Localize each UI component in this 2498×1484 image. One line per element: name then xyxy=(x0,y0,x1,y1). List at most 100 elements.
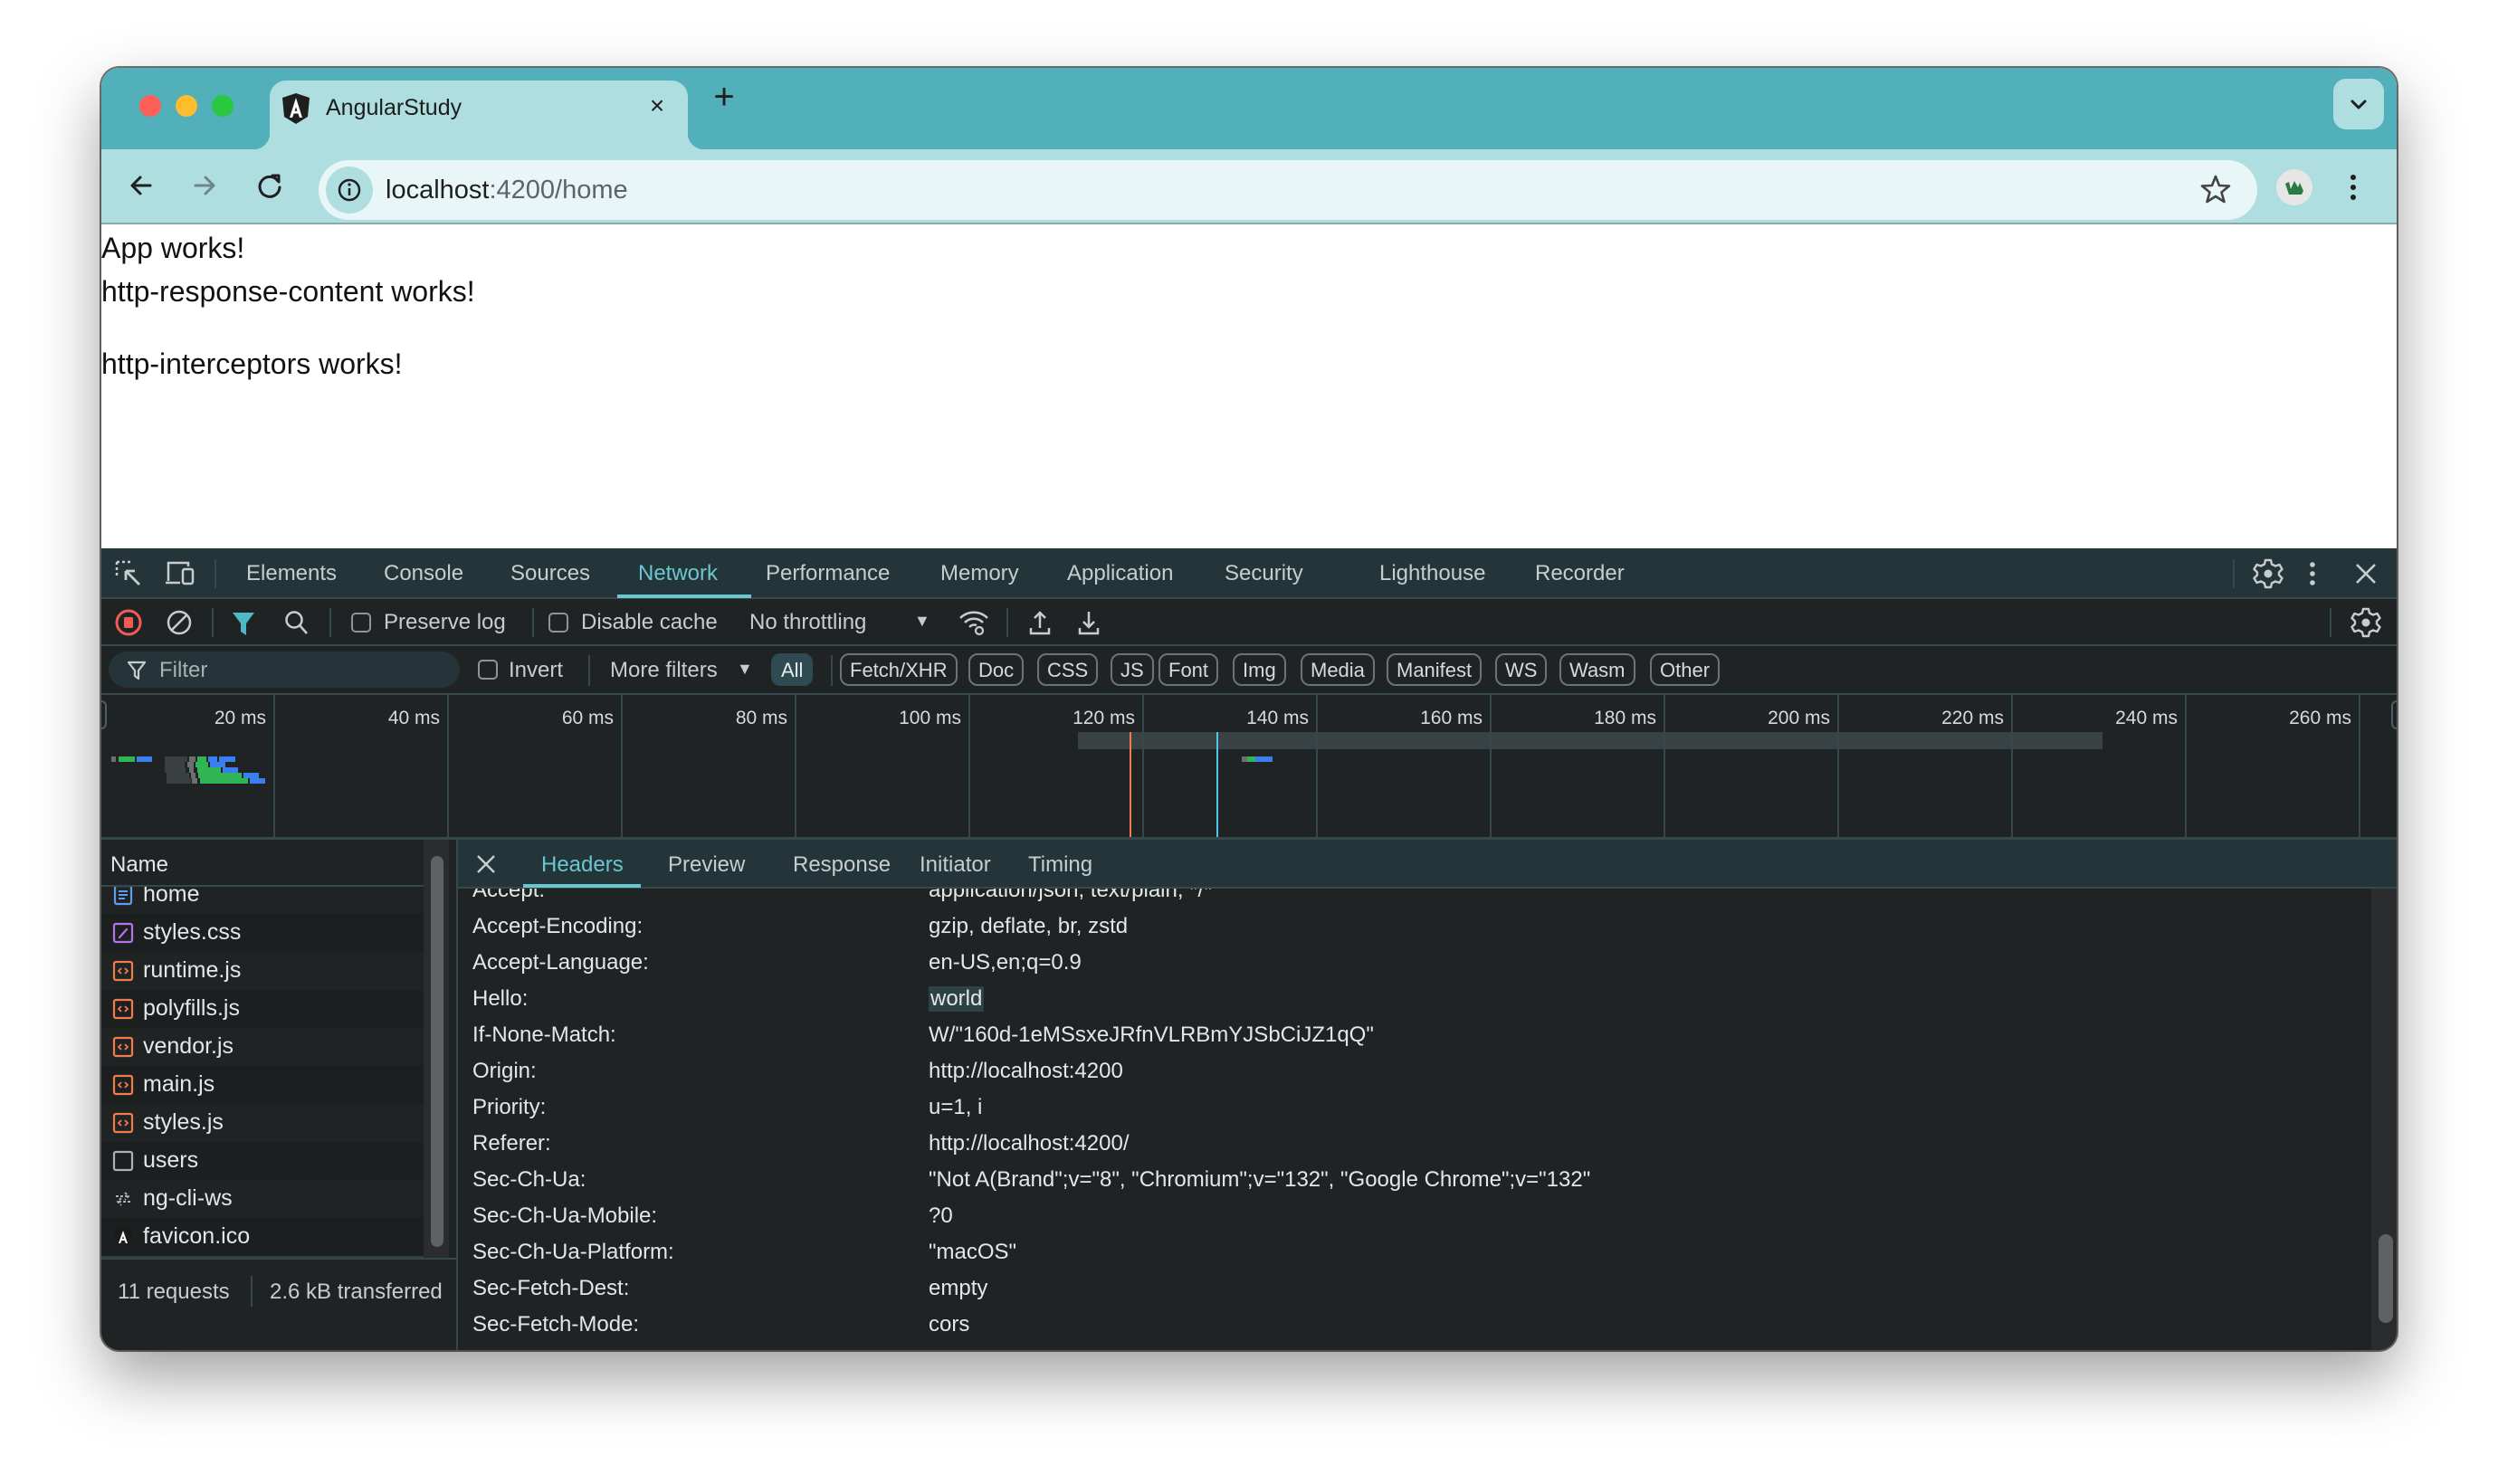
tab-network[interactable]: Network xyxy=(638,561,718,586)
header-name: Sec-Ch-Ua-Platform: xyxy=(472,1240,674,1264)
filter-chip-wasm[interactable]: Wasm xyxy=(1559,653,1635,686)
header-value[interactable]: empty xyxy=(929,1276,987,1301)
header-value[interactable]: W/"160d-1eMSsxeJRfnVLRBmYJSbCiJZ1qQ" xyxy=(929,1023,1374,1048)
browser-menu-button[interactable] xyxy=(2344,169,2362,205)
browser-tab-active[interactable]: AngularStudy × xyxy=(253,81,704,149)
export-har-button[interactable] xyxy=(1075,608,1102,637)
details-tab-preview[interactable]: Preview xyxy=(668,852,745,878)
request-row[interactable]: runtime.js xyxy=(101,952,424,990)
request-row[interactable]: styles.css xyxy=(101,914,424,952)
timeline-right-handle[interactable] xyxy=(2391,700,2397,729)
zoom-window-button[interactable] xyxy=(212,95,234,117)
minimize-window-button[interactable] xyxy=(176,95,197,117)
filter-toggle-button[interactable] xyxy=(231,610,256,637)
tab-memory[interactable]: Memory xyxy=(940,561,1019,586)
overview-timeline[interactable]: 20 ms 40 ms 60 ms 80 ms 100 ms 120 ms 140 ms 16… xyxy=(101,695,2397,840)
script-icon xyxy=(112,1074,134,1096)
new-tab-button[interactable]: + xyxy=(706,79,742,115)
header-value[interactable]: en-US,en;q=0.9 xyxy=(929,950,1082,975)
details-tab-response[interactable]: Response xyxy=(793,852,891,878)
devtools-more-button[interactable] xyxy=(2305,559,2320,588)
devtools-close-button[interactable] xyxy=(2353,561,2379,586)
import-har-button[interactable] xyxy=(1026,608,1054,637)
dropdown-arrow-icon: ▼ xyxy=(737,660,753,678)
header-value[interactable]: "Not A(Brand";v="8", "Chromium";v="132",… xyxy=(929,1167,1590,1193)
search-button[interactable] xyxy=(282,608,311,637)
details-scrollbar[interactable] xyxy=(2371,889,2397,1350)
request-row[interactable]: main.js xyxy=(101,1066,424,1104)
network-settings-button[interactable] xyxy=(2350,606,2382,639)
details-tab-initiator[interactable]: Initiator xyxy=(920,852,991,878)
filter-chip-manifest[interactable]: Manifest xyxy=(1387,653,1483,686)
address-bar[interactable]: localhost:4200/home xyxy=(319,160,2257,220)
scrollbar-thumb[interactable] xyxy=(2379,1234,2393,1323)
request-row[interactable]: styles.js xyxy=(101,1104,424,1142)
header-value[interactable]: application/json, text/plain, */* xyxy=(929,889,1213,903)
tab-recorder[interactable]: Recorder xyxy=(1535,561,1625,586)
scrollbar-thumb[interactable] xyxy=(431,856,443,1247)
document-icon xyxy=(112,887,134,906)
tab-application[interactable]: Application xyxy=(1067,561,1173,586)
request-row[interactable]: polyfills.js xyxy=(101,990,424,1028)
name-column-header[interactable]: Name xyxy=(101,840,424,887)
request-row[interactable]: ng-cli-ws xyxy=(101,1180,424,1218)
request-row[interactable]: home xyxy=(101,887,424,914)
header-value[interactable]: http://localhost:4200/ xyxy=(929,1131,1129,1156)
filter-chip-doc[interactable]: Doc xyxy=(968,653,1025,686)
invert-checkbox[interactable] xyxy=(478,660,498,680)
timeline-left-handle[interactable] xyxy=(101,700,107,729)
header-value[interactable]: u=1, i xyxy=(929,1095,982,1120)
filter-chip-ws[interactable]: WS xyxy=(1495,653,1548,686)
details-tab-headers[interactable]: Headers xyxy=(541,852,624,878)
disable-cache-checkbox[interactable] xyxy=(548,613,568,633)
filter-chip-fetch-xhr[interactable]: Fetch/XHR xyxy=(840,653,958,686)
tab-security[interactable]: Security xyxy=(1225,561,1303,586)
header-value[interactable]: gzip, deflate, br, zstd xyxy=(929,914,1128,939)
header-value[interactable]: ?0 xyxy=(929,1203,953,1229)
preserve-log-checkbox[interactable] xyxy=(351,613,371,633)
request-details-pane: Headers Preview Response Initiator Timin… xyxy=(456,840,2397,1350)
tab-search-button[interactable] xyxy=(2333,79,2384,129)
tab-console[interactable]: Console xyxy=(384,561,463,586)
request-list-scrollbar[interactable] xyxy=(424,840,449,1258)
filter-chip-all[interactable]: All xyxy=(771,653,814,686)
filter-chip-img[interactable]: Img xyxy=(1233,653,1286,686)
filter-chip-media[interactable]: Media xyxy=(1301,653,1375,686)
inspect-element-button[interactable] xyxy=(114,559,143,588)
device-toolbar-button[interactable] xyxy=(165,559,195,588)
filter-placeholder: Filter xyxy=(159,658,208,682)
header-value[interactable]: world xyxy=(929,986,985,1012)
site-info-button[interactable] xyxy=(326,166,373,214)
forward-button[interactable] xyxy=(186,167,223,204)
close-details-button[interactable] xyxy=(474,852,498,876)
tab-close-icon[interactable]: × xyxy=(641,91,673,120)
record-button[interactable] xyxy=(114,608,143,637)
request-row[interactable]: users xyxy=(101,1142,424,1180)
timeline-gridline xyxy=(1316,695,1318,837)
tab-elements[interactable]: Elements xyxy=(246,561,337,586)
close-window-button[interactable] xyxy=(139,95,161,117)
filter-input[interactable]: Filter xyxy=(109,652,460,688)
header-value[interactable]: http://localhost:4200 xyxy=(929,1059,1123,1084)
clear-button[interactable] xyxy=(165,608,194,637)
header-value[interactable]: "macOS" xyxy=(929,1240,1016,1265)
request-row[interactable]: favicon.ico xyxy=(101,1218,424,1256)
tab-lighthouse[interactable]: Lighthouse xyxy=(1379,561,1485,586)
header-value[interactable]: cors xyxy=(929,1312,969,1337)
tab-sources[interactable]: Sources xyxy=(510,561,590,586)
filter-chip-css[interactable]: CSS xyxy=(1037,653,1099,686)
request-row[interactable]: vendor.js xyxy=(101,1028,424,1066)
network-conditions-button[interactable] xyxy=(958,608,990,637)
devtools-settings-button[interactable] xyxy=(2252,557,2284,590)
filter-chip-other[interactable]: Other xyxy=(1650,653,1721,686)
filter-chip-js[interactable]: JS xyxy=(1111,653,1154,686)
details-tab-timing[interactable]: Timing xyxy=(1028,852,1092,878)
angular-icon xyxy=(112,1226,134,1248)
tab-performance[interactable]: Performance xyxy=(766,561,890,586)
profile-avatar[interactable] xyxy=(2276,169,2312,205)
reload-button[interactable] xyxy=(252,167,288,204)
waterfall-bar xyxy=(119,756,135,762)
back-button[interactable] xyxy=(123,167,159,204)
bookmark-button[interactable] xyxy=(2199,173,2232,205)
filter-chip-font[interactable]: Font xyxy=(1158,653,1219,686)
